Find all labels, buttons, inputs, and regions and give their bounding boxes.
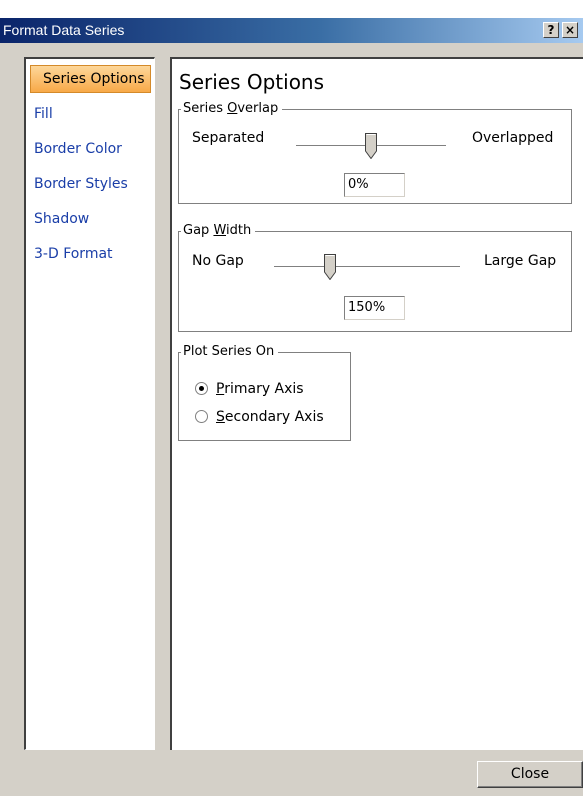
gap-width-slider-thumb[interactable] bbox=[323, 254, 336, 280]
gap-width-slider-track[interactable] bbox=[274, 266, 460, 268]
nav-item-shadow[interactable]: Shadow bbox=[30, 205, 151, 233]
series-overlap-input[interactable]: 0% bbox=[344, 173, 405, 197]
nav-item-border-color[interactable]: Border Color bbox=[30, 135, 151, 163]
close-button[interactable]: Close bbox=[477, 761, 583, 788]
secondary-axis-option[interactable]: Secondary Axis bbox=[195, 409, 345, 429]
primary-axis-option[interactable]: Primary Axis bbox=[195, 381, 335, 401]
gap-width-input[interactable]: 150% bbox=[344, 296, 405, 320]
primary-axis-radio[interactable] bbox=[195, 382, 208, 395]
plot-series-on-label: Plot Series On bbox=[181, 344, 279, 360]
radio-selected-dot bbox=[199, 386, 204, 391]
series-overlap-label: Series Overlap bbox=[181, 101, 283, 117]
series-overlap-slider-thumb[interactable] bbox=[365, 133, 377, 159]
large-gap-label: Large Gap bbox=[484, 253, 557, 269]
window-title: Format Data Series bbox=[3, 22, 125, 38]
secondary-axis-radio[interactable] bbox=[195, 410, 208, 423]
primary-axis-label: Primary Axis bbox=[216, 381, 304, 397]
nav-item-series-options[interactable]: Series Options bbox=[30, 65, 151, 93]
page-title: Series Options bbox=[179, 70, 325, 94]
category-nav: Series Options Fill Border Color Border … bbox=[24, 57, 155, 750]
overlapped-label: Overlapped bbox=[472, 130, 554, 146]
separated-label: Separated bbox=[192, 130, 265, 146]
no-gap-label: No Gap bbox=[192, 253, 244, 269]
gap-width-label: Gap Width bbox=[181, 223, 256, 239]
nav-item-3d-format[interactable]: 3-D Format bbox=[30, 240, 151, 268]
nav-item-fill[interactable]: Fill bbox=[30, 100, 151, 128]
close-window-button[interactable]: × bbox=[562, 22, 578, 38]
nav-item-border-styles[interactable]: Border Styles bbox=[30, 170, 151, 198]
help-button[interactable]: ? bbox=[543, 22, 559, 38]
secondary-axis-label: Secondary Axis bbox=[216, 409, 324, 425]
title-bar: Format Data Series ? × bbox=[0, 18, 583, 43]
